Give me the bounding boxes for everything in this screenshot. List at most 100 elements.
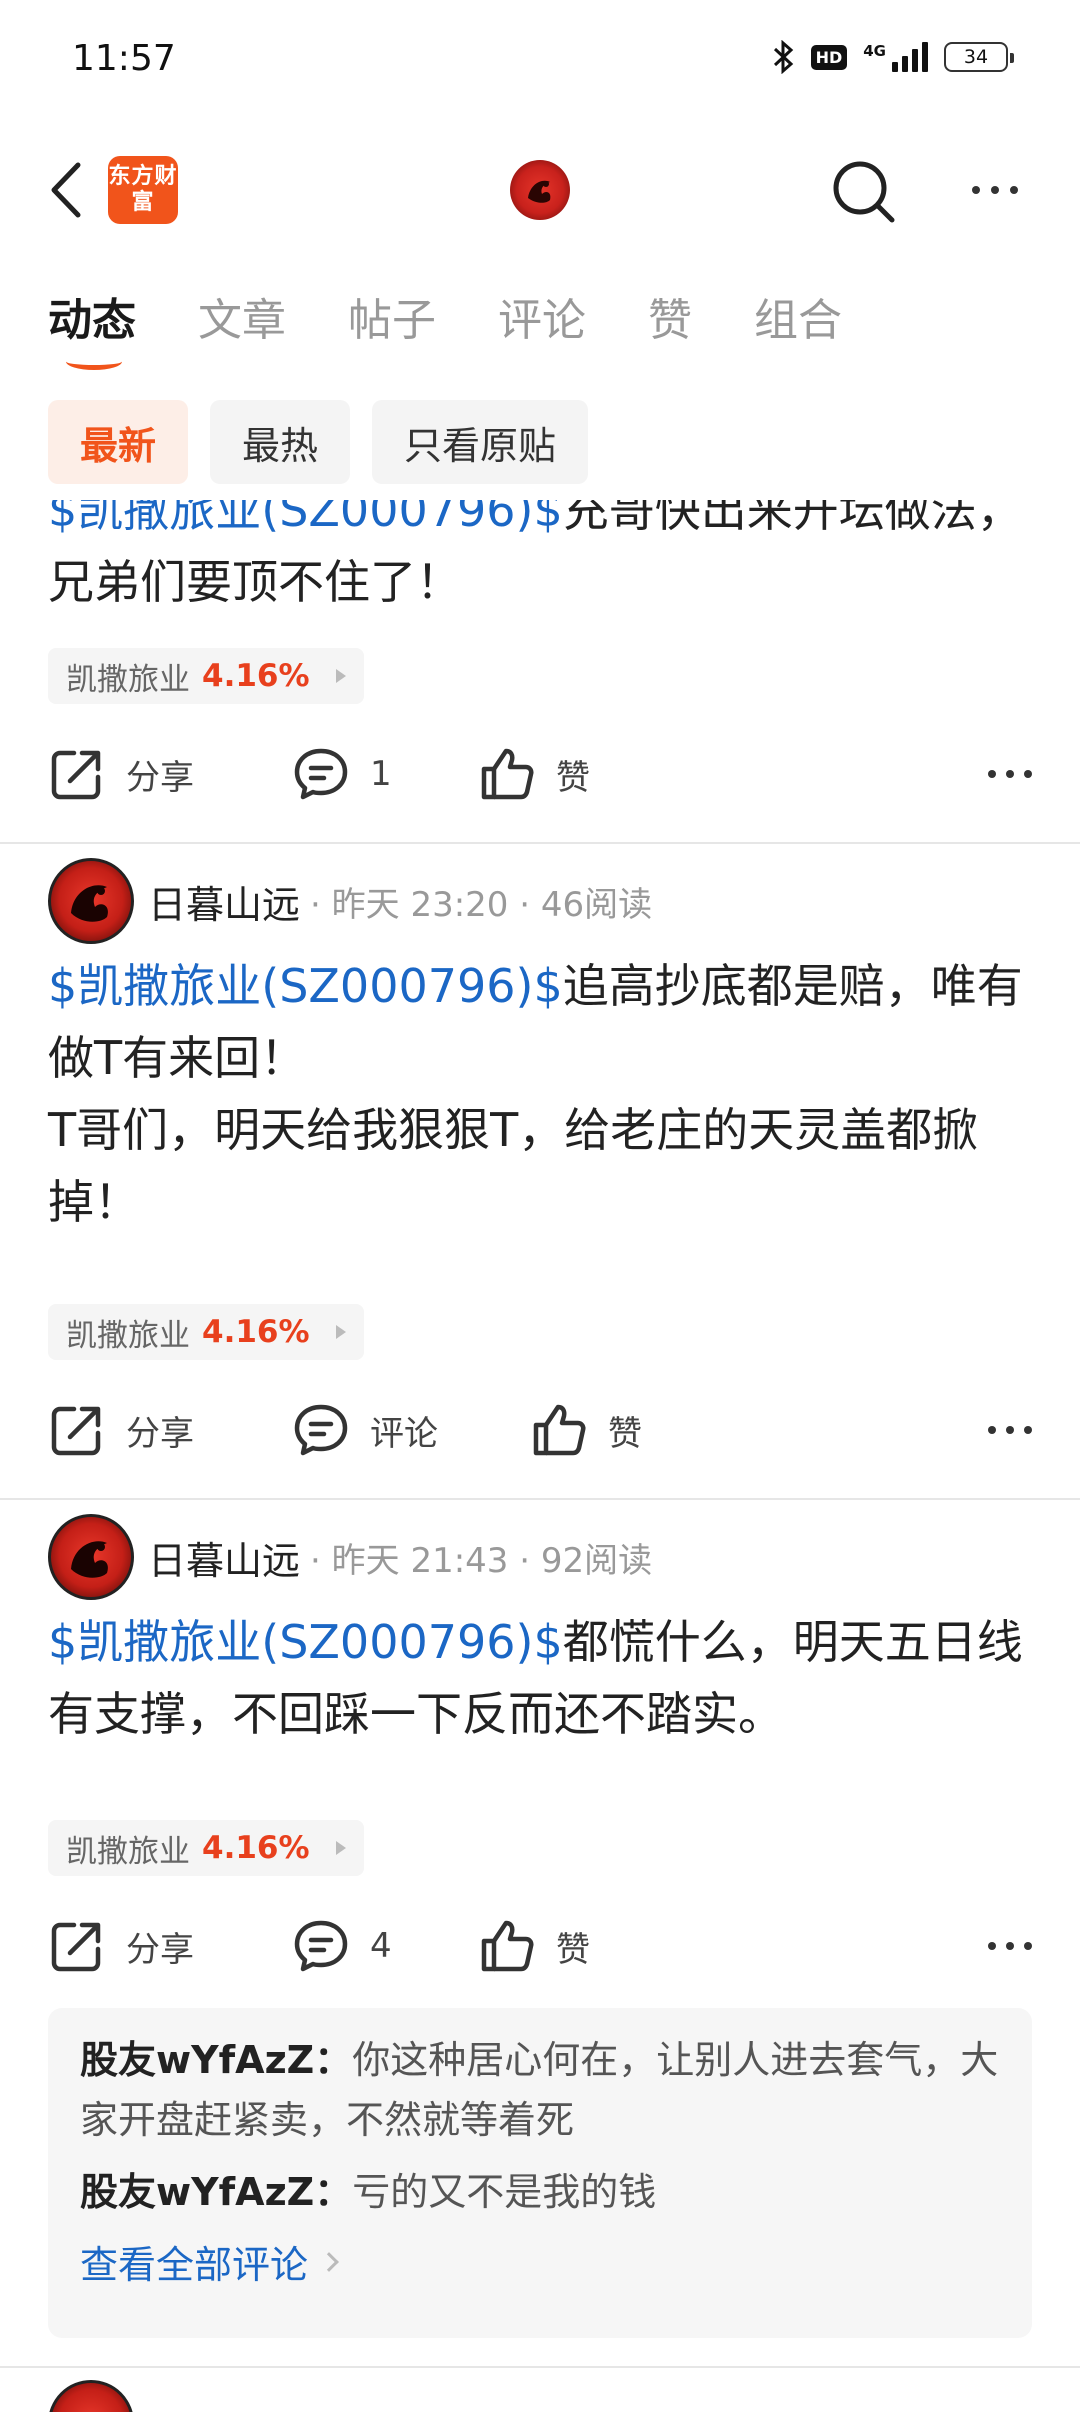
post-meta: 日暮山远 · 昨天 21:43 · 92阅读 <box>48 1512 652 1602</box>
tab-likes[interactable]: 赞 <box>648 284 692 364</box>
status-icons: HD 4G 34 <box>773 40 1014 74</box>
comment-author[interactable]: 股友wYfAzZ： <box>80 2038 352 2082</box>
stock-tag-name: 凯撒旅业 <box>66 1317 190 1354</box>
stock-mention-link[interactable]: $凯撒旅业(SZ000796)$ <box>48 500 563 537</box>
cellular-signal-icon: 4G <box>863 42 928 72</box>
share-button[interactable]: 分享 <box>48 1390 194 1470</box>
user-avatar[interactable] <box>510 160 570 220</box>
comment-item[interactable]: 股友wYfAzZ：亏的又不是我的钱 <box>80 2162 1000 2222</box>
post-text[interactable]: $凯撒旅业(SZ000796)$追高抄底都是赔，唯有做T有来回！ T哥们，明天给… <box>48 950 1038 1238</box>
comment-author[interactable]: 股友wYfAzZ： <box>80 2170 352 2214</box>
stock-mention-link[interactable]: $凯撒旅业(SZ000796)$ <box>48 959 563 1013</box>
comment-button[interactable]: 4 <box>292 1906 392 1986</box>
battery-icon: 34 <box>944 42 1014 72</box>
activity-feed: $凯撒旅业(SZ000796)$充哥快出来开坛做法，兄弟们要顶不住了！ 凯撒旅业… <box>0 500 1080 2412</box>
profile-tabs: 动态 文章 帖子 评论 赞 组合 <box>48 284 904 370</box>
author-avatar[interactable] <box>48 858 134 944</box>
tab-portfolio[interactable]: 组合 <box>754 284 842 364</box>
stock-tag[interactable]: 凯撒旅业 4.16% <box>48 648 364 704</box>
eastmoney-logo[interactable]: 东方财富 <box>108 156 178 224</box>
post-meta: 日暮山远 · 昨天 23:20 · 46阅读 <box>48 856 652 946</box>
feed-post[interactable] <box>0 2368 1080 2412</box>
comment-count: 1 <box>370 754 392 794</box>
stock-tag-name: 凯撒旅业 <box>66 1833 190 1870</box>
stock-tag-change: 4.16% <box>202 1314 310 1350</box>
author-avatar[interactable] <box>48 1514 134 1600</box>
tab-comments[interactable]: 评论 <box>498 284 586 364</box>
like-label: 赞 <box>556 1929 590 1970</box>
comment-icon <box>294 1920 348 1972</box>
stock-tag[interactable]: 凯撒旅业 4.16% <box>48 1820 364 1876</box>
thumbs-up-icon <box>481 748 534 800</box>
stock-tag[interactable]: 凯撒旅业 4.16% <box>48 1304 364 1360</box>
tab-posts[interactable]: 帖子 <box>348 284 436 364</box>
like-button[interactable]: 赞 <box>478 1906 590 1986</box>
comments-preview: 股友wYfAzZ：你这种居心何在，让别人进去套气，大家开盘赶紧卖，不然就等着死 … <box>48 2008 1032 2338</box>
comment-label: 评论 <box>370 1413 438 1454</box>
bluetooth-icon <box>773 40 795 74</box>
play-arrow-icon <box>335 669 346 683</box>
stock-mention-link[interactable]: $凯撒旅业(SZ000796)$ <box>48 1615 563 1669</box>
filter-hottest[interactable]: 最热 <box>210 400 351 484</box>
share-icon <box>51 750 101 800</box>
like-button[interactable]: 赞 <box>478 734 590 814</box>
view-all-comments-label: 查看全部评论 <box>80 2243 309 2287</box>
comment-button[interactable]: 1 <box>292 734 392 814</box>
stock-tag-change: 4.16% <box>202 658 310 694</box>
chevron-right-icon <box>319 2251 339 2272</box>
top-nav-bar: 东方财富 <box>0 140 1080 240</box>
play-arrow-icon <box>335 1325 346 1339</box>
comment-text: 亏的又不是我的钱 <box>352 2170 657 2214</box>
like-label: 赞 <box>556 757 590 798</box>
status-bar: 11:57 HD 4G 34 <box>0 0 1080 120</box>
more-options-icon[interactable] <box>960 162 1030 218</box>
feed-post[interactable]: 日暮山远 · 昨天 21:43 · 92阅读 $凯撒旅业(SZ000796)$都… <box>0 1500 1080 2370</box>
like-button[interactable]: 赞 <box>530 1390 642 1470</box>
play-arrow-icon <box>335 1841 346 1855</box>
post-text[interactable]: $凯撒旅业(SZ000796)$充哥快出来开坛做法，兄弟们要顶不住了！ <box>48 500 1038 618</box>
more-options-icon[interactable] <box>988 1390 1032 1470</box>
post-actions: 分享 1 赞 <box>48 734 1032 814</box>
post-body-line-2: T哥们，明天给我狠狠T，给老庄的天灵盖都掀掉！ <box>48 1103 979 1229</box>
tab-articles[interactable]: 文章 <box>198 284 286 364</box>
comment-item[interactable]: 股友wYfAzZ：你这种居心何在，让别人进去套气，大家开盘赶紧卖，不然就等着死 <box>80 2030 1000 2150</box>
more-options-icon[interactable] <box>988 1906 1032 1986</box>
tab-dynamics[interactable]: 动态 <box>48 284 136 370</box>
battery-level: 34 <box>963 46 989 68</box>
share-label: 分享 <box>126 1413 194 1454</box>
filter-chips: 最新 最热 只看原贴 <box>48 400 589 484</box>
view-all-comments-link[interactable]: 查看全部评论 <box>80 2234 1000 2289</box>
search-icon[interactable] <box>826 154 900 228</box>
author-name[interactable]: 日暮山远 <box>148 874 300 929</box>
author-name[interactable]: 日暮山远 <box>148 1530 300 1585</box>
filter-original-only[interactable]: 只看原贴 <box>372 400 589 484</box>
post-text[interactable]: $凯撒旅业(SZ000796)$都慌什么，明天五日线有支撑，不回踩一下反而还不踏… <box>48 1606 1038 1750</box>
feed-post[interactable]: $凯撒旅业(SZ000796)$充哥快出来开坛做法，兄弟们要顶不住了！ 凯撒旅业… <box>0 500 1080 843</box>
thumbs-up-icon <box>481 1920 534 1972</box>
post-actions: 分享 4 赞 <box>48 1906 1032 1986</box>
comment-button[interactable]: 评论 <box>292 1390 438 1470</box>
share-icon <box>51 1406 101 1456</box>
share-button[interactable]: 分享 <box>48 1906 194 1986</box>
back-arrow-icon[interactable] <box>40 158 90 222</box>
stock-tag-change: 4.16% <box>202 1830 310 1866</box>
post-time-views: · 昨天 23:20 · 46阅读 <box>310 884 653 925</box>
share-icon <box>51 1922 101 1972</box>
share-button[interactable]: 分享 <box>48 734 194 814</box>
comment-count: 4 <box>370 1926 392 1966</box>
comment-icon <box>294 748 348 800</box>
share-label: 分享 <box>126 757 194 798</box>
post-time-views: · 昨天 21:43 · 92阅读 <box>310 1540 653 1581</box>
comment-icon <box>294 1404 348 1456</box>
more-options-icon[interactable] <box>988 734 1032 814</box>
hd-badge: HD <box>810 44 848 70</box>
filter-latest[interactable]: 最新 <box>48 400 189 484</box>
status-time: 11:57 <box>72 38 176 79</box>
share-label: 分享 <box>126 1929 194 1970</box>
thumbs-up-icon <box>533 1404 586 1456</box>
post-actions: 分享 评论 赞 <box>48 1390 1032 1470</box>
like-label: 赞 <box>608 1413 642 1454</box>
author-avatar[interactable] <box>48 2380 134 2412</box>
stock-tag-name: 凯撒旅业 <box>66 661 190 698</box>
feed-post[interactable]: 日暮山远 · 昨天 23:20 · 46阅读 $凯撒旅业(SZ000796)$追… <box>0 844 1080 1498</box>
